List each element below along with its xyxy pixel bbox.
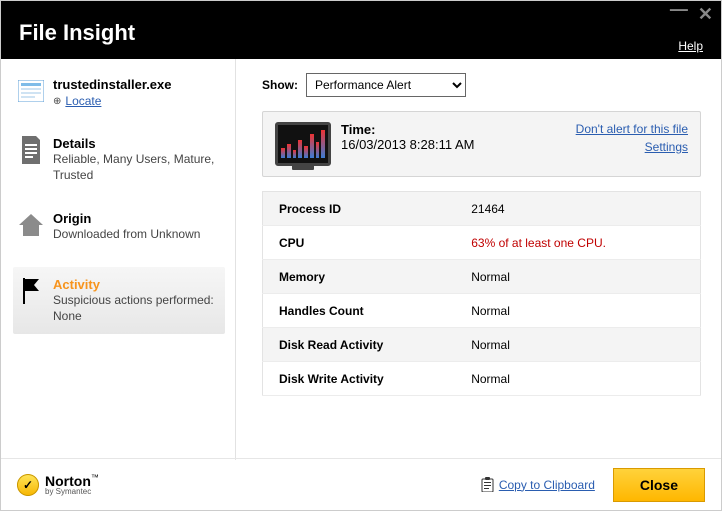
brand-sub: by Symantec (45, 488, 99, 496)
table-row: Handles CountNormal (263, 294, 701, 328)
table-row: MemoryNormal (263, 260, 701, 294)
settings-link[interactable]: Settings (576, 140, 688, 154)
file-icon (17, 77, 45, 105)
metric-key: Disk Write Activity (263, 362, 456, 396)
close-button[interactable]: Close (613, 468, 705, 502)
sidebar-item-activity[interactable]: Activity Suspicious actions performed: N… (13, 267, 225, 334)
close-window-icon[interactable]: ✕ (698, 5, 713, 23)
copy-to-clipboard-link[interactable]: Copy to Clipboard (481, 477, 595, 492)
table-row: Process ID21464 (263, 192, 701, 226)
origin-sub: Downloaded from Unknown (53, 226, 200, 242)
metric-value: Normal (455, 294, 700, 328)
metric-value: Normal (455, 260, 700, 294)
sidebar-item-origin[interactable]: Origin Downloaded from Unknown (13, 207, 225, 246)
brand-logo: ✓ Norton™ by Symantec (17, 474, 99, 496)
show-label: Show: (262, 78, 298, 92)
title-bar: File Insight Help (1, 1, 721, 59)
sidebar: trustedinstaller.exe ⊕ Locate Details Re… (1, 59, 236, 460)
dont-alert-link[interactable]: Don't alert for this file (576, 122, 688, 136)
metric-value: 63% of at least one CPU. (455, 226, 700, 260)
metric-key: Memory (263, 260, 456, 294)
clipboard-icon (481, 477, 494, 492)
flag-icon (17, 277, 45, 305)
activity-title: Activity (53, 277, 221, 292)
time-label: Time: (341, 122, 566, 137)
minimize-icon[interactable]: — (670, 0, 688, 18)
metric-value: Normal (455, 362, 700, 396)
help-link[interactable]: Help (678, 39, 703, 53)
alert-box: Time: 16/03/2013 8:28:11 AM Don't alert … (262, 111, 701, 177)
details-sub: Reliable, Many Users, Mature, Trusted (53, 151, 221, 183)
locate-icon: ⊕ (53, 96, 61, 107)
time-value: 16/03/2013 8:28:11 AM (341, 137, 566, 152)
home-icon (17, 211, 45, 239)
activity-sub: Suspicious actions performed: None (53, 292, 221, 324)
table-row: CPU63% of at least one CPU. (263, 226, 701, 260)
file-header: trustedinstaller.exe ⊕ Locate (13, 73, 225, 112)
footer: ✓ Norton™ by Symantec Copy to Clipboard … (1, 458, 721, 510)
norton-check-icon: ✓ (17, 474, 39, 496)
content-panel: Show: Performance Alert Time: 16/03/2013… (236, 59, 721, 460)
origin-title: Origin (53, 211, 200, 226)
sidebar-item-details[interactable]: Details Reliable, Many Users, Mature, Tr… (13, 132, 225, 187)
metric-key: Process ID (263, 192, 456, 226)
document-icon (17, 136, 45, 164)
metric-value: Normal (455, 328, 700, 362)
metrics-table: Process ID21464CPU63% of at least one CP… (262, 191, 701, 396)
metric-key: CPU (263, 226, 456, 260)
file-name: trustedinstaller.exe (53, 77, 172, 92)
metric-value: 21464 (455, 192, 700, 226)
locate-link[interactable]: Locate (65, 94, 101, 108)
details-title: Details (53, 136, 221, 151)
window-title: File Insight (19, 20, 135, 46)
monitor-chart-icon (275, 122, 331, 166)
metric-key: Disk Read Activity (263, 328, 456, 362)
table-row: Disk Write ActivityNormal (263, 362, 701, 396)
show-select[interactable]: Performance Alert (306, 73, 466, 97)
metric-key: Handles Count (263, 294, 456, 328)
table-row: Disk Read ActivityNormal (263, 328, 701, 362)
